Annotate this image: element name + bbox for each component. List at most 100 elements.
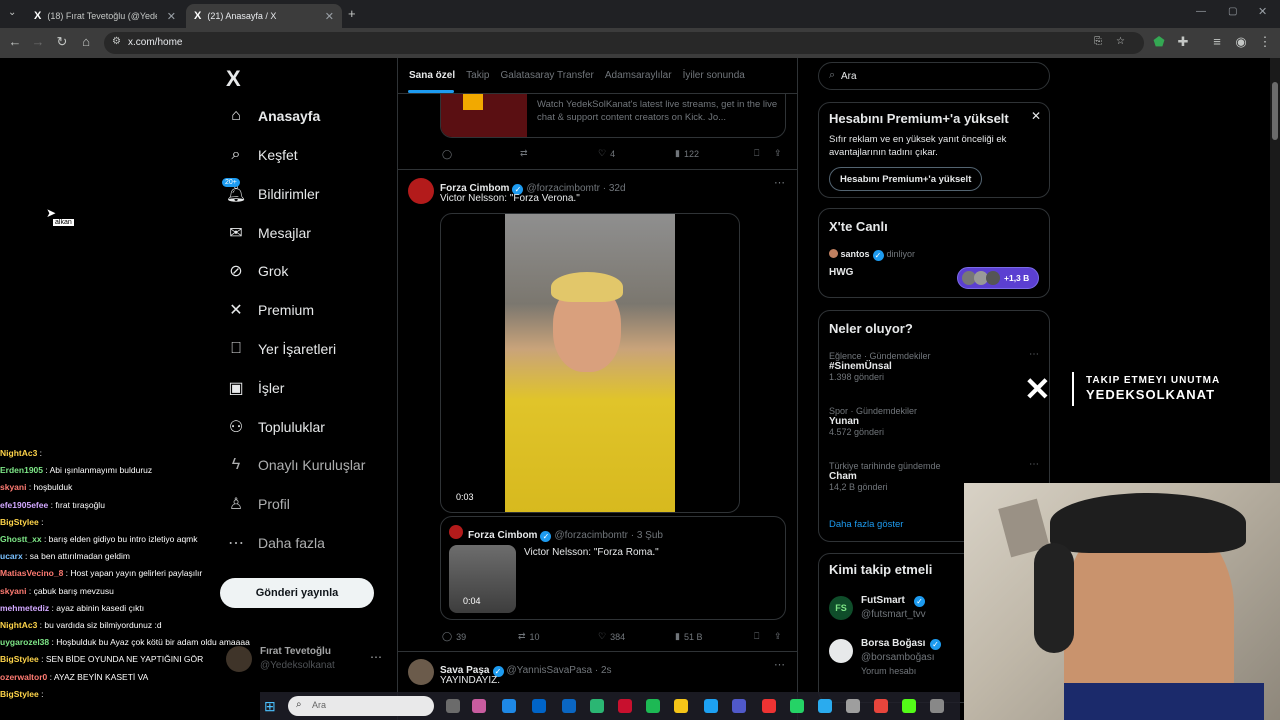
sidebar-item-explore[interactable]: ⌕ Keşfet — [226, 140, 298, 170]
bookmark-button[interactable]: ⎕ — [754, 631, 759, 642]
trend-item[interactable]: Spor · Gündemdekiler Yunan 4.572 gönderi — [829, 406, 1041, 437]
search-input[interactable]: Ara — [841, 71, 857, 82]
space-title[interactable]: HWG — [829, 267, 853, 278]
views-button[interactable]: ▮ 51 B — [675, 631, 702, 642]
author-handle[interactable]: @YannisSavaPasa — [507, 665, 593, 676]
reply-button[interactable]: ◯ — [442, 149, 452, 160]
post-time[interactable]: 2s — [601, 665, 612, 676]
sidebar-item-premium[interactable]: ✕ Premium — [226, 295, 314, 325]
trend-more-icon[interactable]: ⋯ — [1029, 349, 1039, 360]
home-icon[interactable]: ⌂ — [77, 34, 95, 49]
sidebar-item-bookmarks[interactable]: ⎕ Yer İşaretleri — [226, 334, 336, 364]
menu-icon[interactable]: ⋮ — [1256, 34, 1274, 50]
maximize-icon[interactable]: ▢ — [1228, 6, 1237, 17]
extensions-icon[interactable]: ✚ — [1174, 34, 1192, 50]
sidebar-item-messages[interactable]: ✉ Mesajlar — [226, 218, 311, 248]
back-icon[interactable]: ← — [6, 34, 24, 49]
link-card[interactable]: Watch YedekSolKanat's latest live stream… — [440, 94, 786, 138]
x-favicon-icon: X — [194, 10, 202, 22]
repost-button[interactable]: ⇄ 10 — [518, 631, 540, 642]
app-icon[interactable] — [674, 699, 688, 713]
kick-icon[interactable] — [902, 699, 916, 713]
teams-icon[interactable] — [732, 699, 746, 713]
reply-button[interactable]: ◯ 39 — [442, 631, 466, 642]
follow-suggestion[interactable]: Borsa Boğası ✓ @borsamboğası Yorum hesab… — [829, 637, 979, 687]
outlook-icon[interactable] — [562, 699, 576, 713]
repost-button[interactable]: ⇄ — [520, 148, 528, 159]
edge-icon[interactable] — [502, 699, 516, 713]
tab-following[interactable]: Takip — [466, 70, 489, 81]
premium-upgrade-button[interactable]: Hesabını Premium+'a yükselt — [829, 167, 983, 191]
share-button[interactable]: ⇪ — [774, 148, 782, 159]
trend-item[interactable]: Eğlence · Gündemdekiler #SinemÜnsal 1.39… — [829, 349, 1041, 382]
browser-tab-2[interactable]: X (21) Anasayfa / X ✕ — [186, 4, 342, 28]
avatar[interactable] — [408, 178, 434, 204]
bookmark-star-icon[interactable]: ☆ — [1116, 36, 1125, 47]
post-more-icon[interactable]: ⋯ — [774, 176, 785, 189]
close-tab-icon[interactable]: ✕ — [325, 10, 334, 23]
live-host[interactable]: santos ✓ dinliyor — [829, 249, 915, 261]
avatar[interactable] — [408, 659, 434, 685]
bookmark-button[interactable]: ⎕ — [754, 148, 759, 159]
minimize-icon[interactable]: — — [1196, 6, 1206, 17]
sidebar-item-home[interactable]: ⌂ Anasayfa — [226, 101, 320, 131]
trend-more-icon[interactable]: ⋯ — [1029, 459, 1039, 470]
reload-icon[interactable]: ↻ — [53, 34, 71, 50]
tab-search-icon[interactable]: ⌄ — [8, 7, 16, 18]
tab-galatasaray-transfer[interactable]: Galatasaray Transfer — [501, 70, 594, 81]
forward-icon[interactable]: → — [29, 34, 47, 49]
windows-start-icon[interactable]: ⊞ — [264, 698, 276, 715]
app-icon[interactable] — [762, 699, 776, 713]
whatsapp-icon[interactable] — [790, 699, 804, 713]
scrollbar-thumb[interactable] — [1272, 82, 1278, 140]
post-text: Victor Nelsson: "Forza Verona." — [440, 193, 580, 204]
close-icon[interactable]: ✕ — [1031, 109, 1041, 123]
telegram-icon[interactable] — [818, 699, 832, 713]
show-more-link[interactable]: Daha fazla göster — [829, 519, 903, 530]
sidebar-item-notifications[interactable]: 🔔︎ 20+ Bildirimler — [222, 178, 319, 209]
store-icon[interactable] — [532, 699, 546, 713]
post-more-icon[interactable]: ⋯ — [774, 658, 785, 671]
tab-for-you[interactable]: Sana özel — [409, 70, 455, 81]
new-tab-button[interactable]: + — [348, 6, 356, 21]
x-logo[interactable]: X — [226, 66, 241, 92]
taskbar-search-input[interactable]: Ara — [312, 700, 326, 710]
sidebar-item-grok[interactable]: ⊘ Grok — [226, 256, 288, 286]
address-bar[interactable]: ⚙ x.com/home ⎘ ☆ — [104, 32, 1144, 54]
share-button[interactable]: ⇪ — [774, 631, 782, 642]
close-tab-icon[interactable]: ✕ — [167, 10, 176, 23]
tab-adamsaraylilar[interactable]: Adamsaraylılar — [605, 70, 672, 81]
app-icon[interactable] — [590, 699, 604, 713]
quoted-post[interactable]: Forza Cimbom ✓ @forzacimbomtr · 3 Şub 0:04… — [440, 516, 786, 620]
hair-shape — [551, 272, 623, 302]
views-button[interactable]: ▮ 122 — [675, 148, 699, 159]
follow-suggestion[interactable]: FS FutSmart ✓ @futsmart_tvv — [829, 594, 979, 624]
copilot-icon[interactable] — [472, 699, 486, 713]
extension-shield-icon[interactable]: ⬟ — [1150, 34, 1168, 50]
post-time[interactable]: 32d — [609, 183, 626, 194]
install-icon[interactable]: ⎘ — [1094, 36, 1102, 47]
like-button[interactable]: ♡ 384 — [598, 631, 625, 642]
tab-iyiler-sonunda[interactable]: İyiler sonunda — [683, 70, 745, 81]
app-icon[interactable] — [704, 699, 718, 713]
close-window-icon[interactable]: ✕ — [1258, 5, 1267, 18]
opera-icon[interactable] — [618, 699, 632, 713]
site-info-icon[interactable]: ⚙ — [112, 36, 121, 47]
task-view-icon[interactable] — [446, 699, 460, 713]
taskbar-search[interactable]: ⌕ Ara — [288, 696, 434, 716]
video-player[interactable]: 0:03 — [440, 213, 740, 513]
sidebar-item-communities[interactable]: ⚇ Topluluklar — [226, 412, 325, 442]
app-icon[interactable] — [846, 699, 860, 713]
chrome-icon[interactable] — [874, 699, 888, 713]
app-icon[interactable] — [930, 699, 944, 713]
search-box[interactable]: ⌕ Ara — [818, 62, 1050, 90]
browser-tab-1[interactable]: X (18) Fırat Tevetoğlu (@Yedeksol ✕ — [26, 4, 184, 28]
quote-video-thumbnail[interactable]: 0:04 — [449, 545, 516, 613]
sidebar-item-jobs[interactable]: ▣ İşler — [226, 373, 284, 403]
spotify-icon[interactable] — [646, 699, 660, 713]
listeners-pill[interactable]: +1,3 B — [957, 267, 1039, 289]
suggestion-name: FutSmart — [861, 595, 905, 606]
profile-icon[interactable]: ◉ — [1232, 34, 1250, 50]
like-button[interactable]: ♡ 4 — [598, 148, 615, 159]
media-icon[interactable]: ≡ — [1208, 34, 1226, 49]
